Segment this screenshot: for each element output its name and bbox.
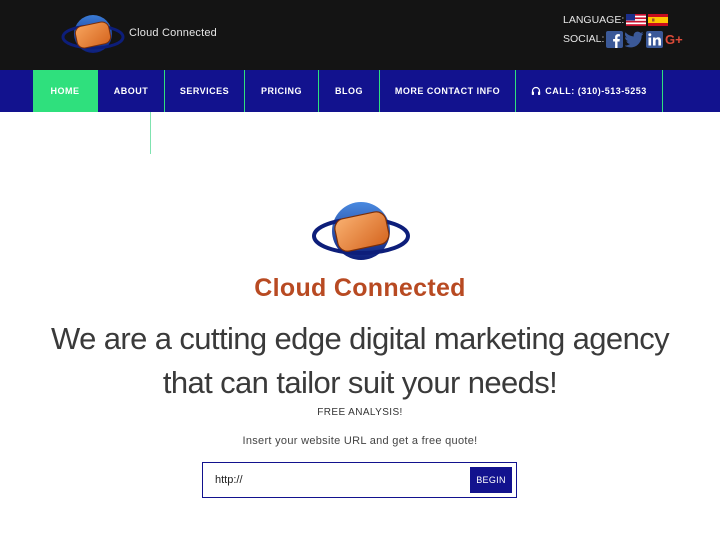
language-selector: LANGUAGE: (563, 13, 669, 27)
website-url-input[interactable] (215, 471, 465, 489)
header-brand-name[interactable]: Cloud Connected (129, 27, 217, 39)
cloud-connected-logo-icon[interactable] (60, 11, 126, 57)
nav-about[interactable]: ABOUT (98, 70, 164, 112)
language-label: LANGUAGE: (563, 14, 625, 26)
twitter-icon[interactable] (625, 31, 644, 48)
main-navigation: HOME ABOUT SERVICES PRICING BLOG MORE CO… (0, 70, 720, 112)
hero-headline: We are a cutting edge digital marketing … (0, 317, 720, 405)
nav-blog[interactable]: BLOG (319, 70, 379, 112)
linkedin-icon[interactable] (646, 30, 664, 48)
nav-services[interactable]: SERVICES (165, 70, 244, 112)
us-flag-icon[interactable] (626, 14, 647, 26)
nav-dropdown-indicator (150, 112, 151, 154)
begin-button[interactable]: BEGIN (470, 467, 512, 493)
nav-call-label: CALL: (310)-513-5253 (545, 86, 647, 96)
nav-home[interactable]: HOME (33, 70, 97, 112)
free-analysis-label: FREE ANALYSIS! (317, 407, 403, 418)
svg-text:G+: G+ (665, 32, 683, 47)
nav-call[interactable]: CALL: (310)-513-5253 (516, 70, 662, 112)
social-label: SOCIAL: (563, 33, 605, 45)
headphones-icon (532, 86, 541, 95)
spain-flag-icon[interactable] (648, 14, 669, 26)
nav-separator (662, 70, 663, 112)
top-header-bar: Cloud Connected LANGUAGE: SOCIAL: G+ (0, 0, 720, 70)
url-analysis-form: BEGIN (202, 462, 517, 498)
social-links: SOCIAL: G+ (563, 30, 685, 48)
facebook-icon[interactable] (606, 30, 624, 48)
google-plus-icon[interactable]: G+ (665, 31, 685, 48)
insert-url-instruction: Insert your website URL and get a free q… (242, 435, 478, 447)
hero-brand-name: Cloud Connected (254, 274, 466, 302)
cloud-connected-logo-large-icon (312, 202, 410, 260)
nav-pricing[interactable]: PRICING (245, 70, 318, 112)
nav-more-contact-info[interactable]: MORE CONTACT INFO (380, 70, 515, 112)
hero-headline-line-1: We are a cutting edge digital marketing … (50, 321, 670, 356)
hero-headline-line-2: that can tailor suit your needs! (162, 365, 558, 400)
